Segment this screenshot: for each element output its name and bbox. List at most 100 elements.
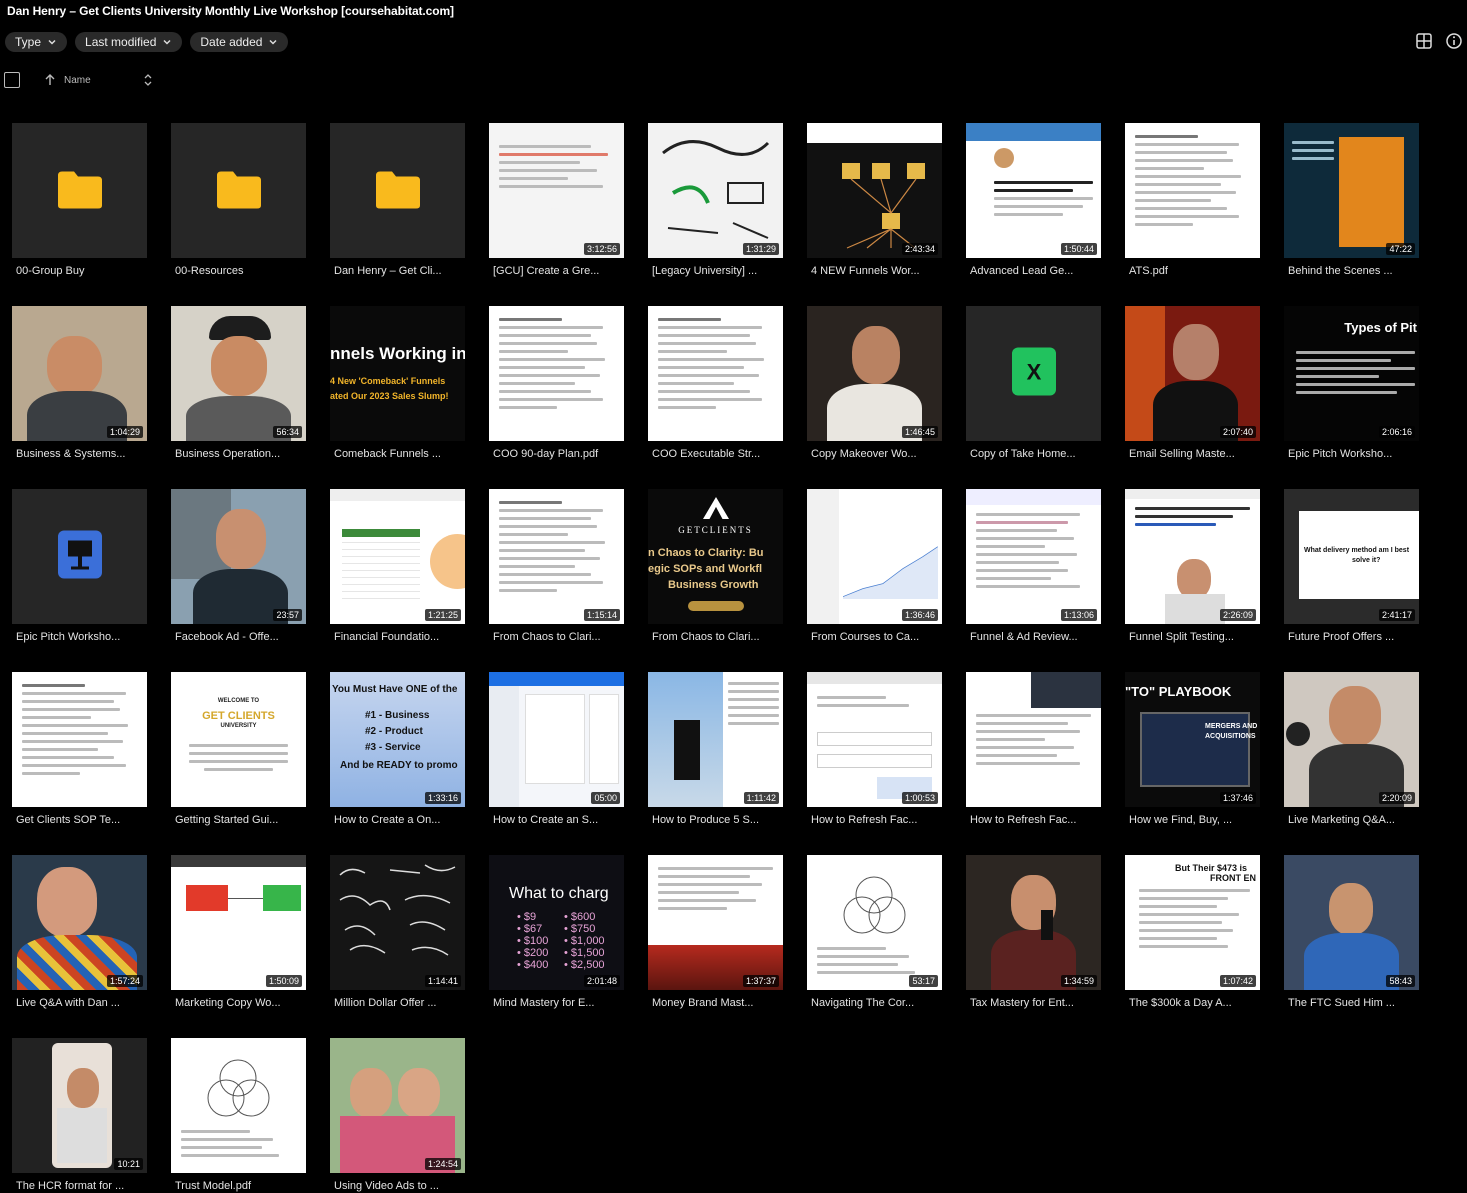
info-icon[interactable] bbox=[1445, 32, 1463, 50]
file-name[interactable]: [Legacy University] ... bbox=[648, 265, 783, 277]
file-name[interactable]: 4 NEW Funnels Wor... bbox=[807, 265, 942, 277]
file-thumbnail[interactable]: 2:26:09 bbox=[1125, 489, 1260, 624]
file-thumbnail[interactable]: 2:07:40 bbox=[1125, 306, 1260, 441]
file-thumbnail[interactable]: WELCOME TO GET CLIENTS UNIVERSITY bbox=[171, 672, 306, 807]
file-tile[interactable]: 1:46:45 Copy Makeover Wo... bbox=[807, 306, 942, 460]
file-name[interactable]: The $300k a Day A... bbox=[1125, 997, 1260, 1009]
sort-column-name[interactable]: Name bbox=[64, 75, 91, 86]
file-name[interactable]: Comeback Funnels ... bbox=[330, 448, 465, 460]
file-thumbnail[interactable] bbox=[171, 1038, 306, 1173]
file-tile[interactable]: 1:00:53 How to Refresh Fac... bbox=[807, 672, 942, 826]
file-thumbnail[interactable]: 2:43:34 bbox=[807, 123, 942, 258]
file-name[interactable]: Business Operation... bbox=[171, 448, 306, 460]
file-name[interactable]: Marketing Copy Wo... bbox=[171, 997, 306, 1009]
file-tile[interactable]: 47:22 Behind the Scenes ... bbox=[1284, 123, 1419, 277]
file-name[interactable]: Behind the Scenes ... bbox=[1284, 265, 1419, 277]
file-name[interactable]: The HCR format for ... bbox=[12, 1180, 147, 1192]
file-name[interactable]: Epic Pitch Worksho... bbox=[12, 631, 147, 643]
file-name[interactable]: ATS.pdf bbox=[1125, 265, 1260, 277]
file-name[interactable]: Get Clients SOP Te... bbox=[12, 814, 147, 826]
file-name[interactable]: How to Refresh Fac... bbox=[966, 814, 1101, 826]
file-thumbnail[interactable] bbox=[966, 672, 1101, 807]
file-thumbnail[interactable]: 47:22 bbox=[1284, 123, 1419, 258]
file-tile[interactable]: 1:50:09 Marketing Copy Wo... bbox=[171, 855, 306, 1009]
file-tile[interactable]: But Their $473 is FRONT EN 1:07:42 The $300… bbox=[1125, 855, 1260, 1009]
file-tile[interactable]: Dan Henry – Get Cli... bbox=[330, 123, 465, 277]
file-name[interactable]: How to Produce 5 S... bbox=[648, 814, 783, 826]
file-tile[interactable]: 2:26:09 Funnel Split Testing... bbox=[1125, 489, 1260, 643]
file-tile[interactable]: 1:13:06 Funnel & Ad Review... bbox=[966, 489, 1101, 643]
file-name[interactable]: Getting Started Gui... bbox=[171, 814, 306, 826]
file-name[interactable]: 00-Resources bbox=[171, 265, 306, 277]
file-name[interactable]: Business & Systems... bbox=[12, 448, 147, 460]
file-name[interactable]: Facebook Ad - Offe... bbox=[171, 631, 306, 643]
file-tile[interactable]: Epic Pitch Worksho... bbox=[12, 489, 147, 643]
file-thumbnail[interactable]: 1:13:06 bbox=[966, 489, 1101, 624]
file-tile[interactable]: 1:37:37 Money Brand Mast... bbox=[648, 855, 783, 1009]
file-tile[interactable]: 00-Group Buy bbox=[12, 123, 147, 277]
file-thumbnail[interactable]: What delivery method am I best solve it? 2… bbox=[1284, 489, 1419, 624]
file-name[interactable]: Live Q&A with Dan ... bbox=[12, 997, 147, 1009]
file-tile[interactable]: "TO" PLAYBOOK MERGERS AND ACQUISITIONS 1:37… bbox=[1125, 672, 1260, 826]
file-thumbnail[interactable]: 58:43 bbox=[1284, 855, 1419, 990]
file-thumbnail[interactable] bbox=[489, 306, 624, 441]
file-thumbnail[interactable]: 05:00 bbox=[489, 672, 624, 807]
file-thumbnail[interactable]: 1:37:37 bbox=[648, 855, 783, 990]
file-thumbnail[interactable] bbox=[330, 123, 465, 258]
file-name[interactable]: Live Marketing Q&A... bbox=[1284, 814, 1419, 826]
file-tile[interactable]: Types of Pit 2:06:16 Epic Pitch Worksho... bbox=[1284, 306, 1419, 460]
file-tile[interactable]: 1:50:44 Advanced Lead Ge... bbox=[966, 123, 1101, 277]
file-name[interactable]: How to Create a On... bbox=[330, 814, 465, 826]
file-thumbnail[interactable]: Types of Pit 2:06:16 bbox=[1284, 306, 1419, 441]
file-tile[interactable]: 58:43 The FTC Sued Him ... bbox=[1284, 855, 1419, 1009]
file-tile[interactable]: COO Executable Str... bbox=[648, 306, 783, 460]
file-name[interactable]: 00-Group Buy bbox=[12, 265, 147, 277]
type-filter-button[interactable]: Type bbox=[5, 32, 68, 52]
file-name[interactable]: Funnel Split Testing... bbox=[1125, 631, 1260, 643]
file-name[interactable]: COO 90-day Plan.pdf bbox=[489, 448, 624, 460]
date-added-filter-button[interactable]: Date added bbox=[190, 32, 289, 52]
file-tile[interactable]: 53:17 Navigating The Cor... bbox=[807, 855, 942, 1009]
file-thumbnail[interactable]: 1:46:45 bbox=[807, 306, 942, 441]
file-thumbnail[interactable] bbox=[171, 123, 306, 258]
file-thumbnail[interactable]: 1:14:41 bbox=[330, 855, 465, 990]
file-thumbnail[interactable]: 2:20:09 bbox=[1284, 672, 1419, 807]
file-tile[interactable]: nnels Working in 4 New 'Comeback' Funnels… bbox=[330, 306, 465, 460]
file-tile[interactable]: GETCLIENTS n Chaos to Clarity: Bu egic SOP… bbox=[648, 489, 783, 643]
file-name[interactable]: Tax Mastery for Ent... bbox=[966, 997, 1101, 1009]
file-tile[interactable]: What delivery method am I best solve it? 2… bbox=[1284, 489, 1419, 643]
file-thumbnail[interactable] bbox=[1125, 123, 1260, 258]
file-thumbnail[interactable]: 1:57:24 bbox=[12, 855, 147, 990]
file-thumbnail[interactable]: 1:34:59 bbox=[966, 855, 1101, 990]
file-name[interactable]: Dan Henry – Get Cli... bbox=[330, 265, 465, 277]
file-name[interactable]: Navigating The Cor... bbox=[807, 997, 942, 1009]
file-tile[interactable]: 1:15:14 From Chaos to Clari... bbox=[489, 489, 624, 643]
file-thumbnail[interactable]: 1:00:53 bbox=[807, 672, 942, 807]
file-name[interactable]: [GCU] Create a Gre... bbox=[489, 265, 624, 277]
file-thumbnail[interactable] bbox=[12, 672, 147, 807]
file-name[interactable]: Million Dollar Offer ... bbox=[330, 997, 465, 1009]
file-thumbnail[interactable] bbox=[648, 306, 783, 441]
file-tile[interactable]: 2:43:34 4 NEW Funnels Wor... bbox=[807, 123, 942, 277]
file-tile[interactable]: How to Refresh Fac... bbox=[966, 672, 1101, 826]
file-thumbnail[interactable]: 1:50:09 bbox=[171, 855, 306, 990]
file-tile[interactable]: 00-Resources bbox=[171, 123, 306, 277]
file-tile[interactable]: 2:07:40 Email Selling Maste... bbox=[1125, 306, 1260, 460]
last-modified-filter-button[interactable]: Last modified bbox=[75, 32, 183, 52]
select-all-checkbox[interactable] bbox=[4, 72, 20, 88]
file-thumbnail[interactable]: "TO" PLAYBOOK MERGERS AND ACQUISITIONS 1:37… bbox=[1125, 672, 1260, 807]
file-name[interactable]: From Courses to Ca... bbox=[807, 631, 942, 643]
file-name[interactable]: Money Brand Mast... bbox=[648, 997, 783, 1009]
file-name[interactable]: Funnel & Ad Review... bbox=[966, 631, 1101, 643]
file-name[interactable]: Financial Foundatio... bbox=[330, 631, 465, 643]
file-thumbnail[interactable] bbox=[12, 123, 147, 258]
file-thumbnail[interactable]: GETCLIENTS n Chaos to Clarity: Bu egic SOP… bbox=[648, 489, 783, 624]
file-tile[interactable]: 1:24:54 Using Video Ads to ... bbox=[330, 1038, 465, 1192]
file-name[interactable]: Future Proof Offers ... bbox=[1284, 631, 1419, 643]
file-thumbnail[interactable]: 10:21 bbox=[12, 1038, 147, 1173]
file-name[interactable]: Copy Makeover Wo... bbox=[807, 448, 942, 460]
file-tile[interactable]: ATS.pdf bbox=[1125, 123, 1260, 277]
file-name[interactable]: Using Video Ads to ... bbox=[330, 1180, 465, 1192]
file-thumbnail[interactable]: 1:50:44 bbox=[966, 123, 1101, 258]
file-tile[interactable]: What to charg • $9 • $67 • $100 • $200 • $400… bbox=[489, 855, 624, 1009]
